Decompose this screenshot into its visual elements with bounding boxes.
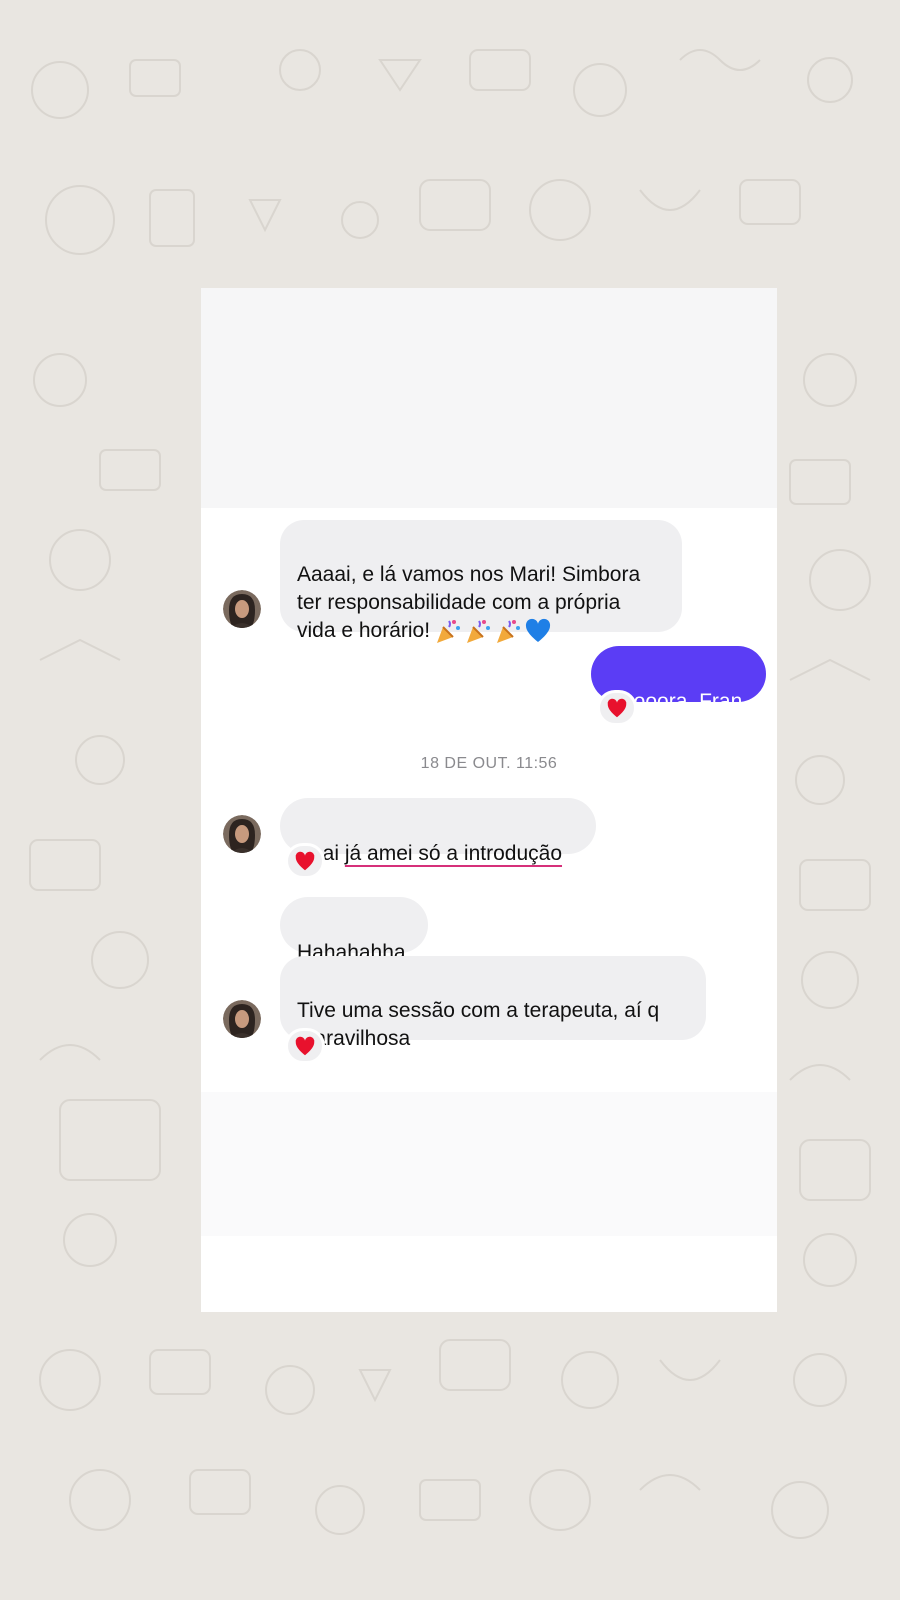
incoming-message-bubble[interactable]: Hahahahha [280,897,428,964]
incoming-message-bubble[interactable]: Aaaai, e lá vamos nos Mari! Simbora ter … [280,520,682,644]
heart-icon [607,698,627,718]
party-popper-icon [437,620,461,644]
header-blank-area [201,288,777,508]
avatar[interactable] [223,815,261,853]
heart-icon [295,851,315,871]
incoming-message-bubble[interactable]: Tive uma sessão com a terapeuta, aí q ma… [280,956,706,1050]
footer-blank-area [201,1092,777,1236]
incoming-message-bubble[interactable]: Aaai já amei só a introdução [280,798,596,865]
emoji-group [434,617,552,645]
party-popper-icon [467,620,491,644]
reaction-badge[interactable] [285,843,325,879]
reaction-badge[interactable] [285,1028,325,1064]
avatar[interactable] [223,1000,261,1038]
blue-heart-icon [525,619,551,643]
avatar[interactable] [223,590,261,628]
message-text: Tive uma sessão com a terapeuta, aí q ma… [297,999,660,1050]
heart-icon [295,1036,315,1056]
party-popper-icon [497,620,521,644]
spellcheck-underlined-text: já amei só a introdução [344,842,563,865]
chat-screenshot-card: Aaaai, e lá vamos nos Mari! Simbora ter … [201,288,777,1312]
reaction-badge[interactable] [597,690,637,726]
date-separator: 18 DE OUT. 11:56 [420,755,558,772]
